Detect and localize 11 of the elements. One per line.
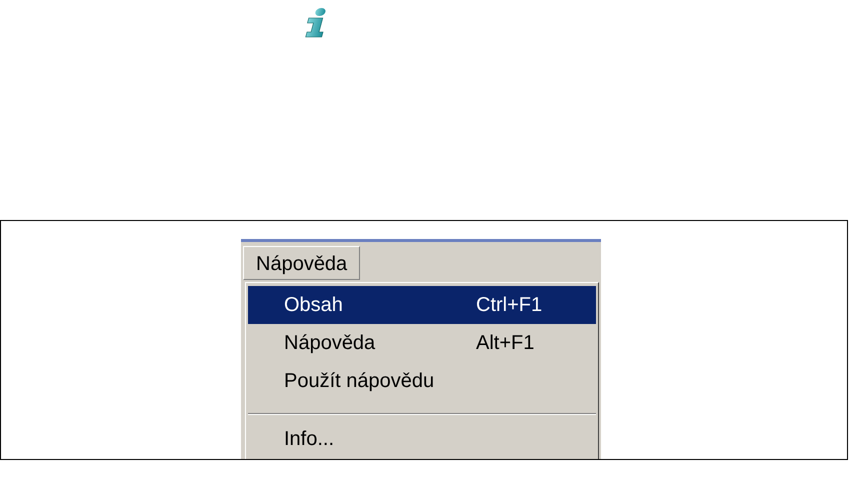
menu-item[interactable]: Použít nápovědu [248,362,596,400]
menu-item-label: Info... [284,428,336,450]
menu-title[interactable]: Nápověda [243,246,360,280]
menu-item[interactable]: Obsah Ctrl+F1 [248,286,596,324]
shortcut-label: Ctrl+F1 [476,294,542,316]
menu-item-label: Použít nápovědu [284,370,436,392]
menu-item[interactable]: Nápověda Alt+F1 [248,324,596,362]
menu-item-label: Nápověda [284,332,376,354]
menu-item-label: Obsah [284,294,344,316]
shortcut-label: Alt+F1 [476,332,534,354]
menu-item[interactable]: Info... [248,420,596,458]
